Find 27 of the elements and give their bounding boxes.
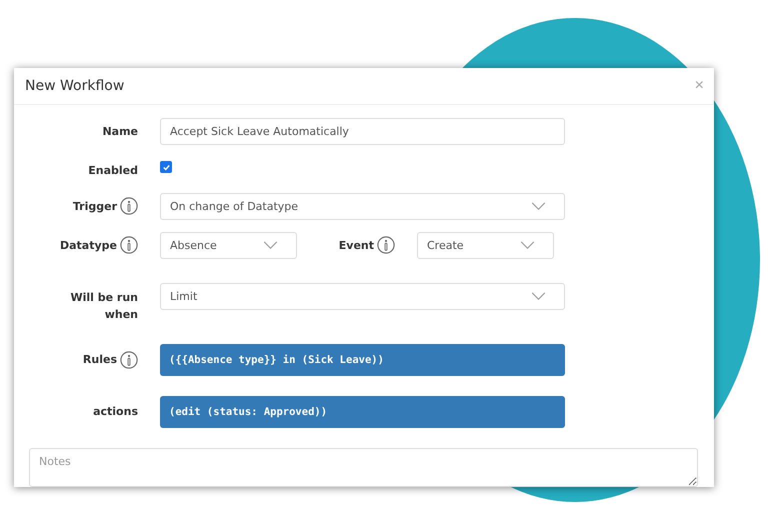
info-icon[interactable]: [120, 197, 138, 215]
chevron-down-icon: [520, 240, 535, 250]
rule-expression[interactable]: (edit (status: Approved)): [160, 396, 565, 428]
dialog-title: New Workflow: [25, 78, 124, 94]
field-label: actions: [93, 405, 138, 418]
text-field[interactable]: Accept Sick Leave Automatically: [160, 118, 565, 144]
dropdown[interactable]: Create: [417, 232, 554, 258]
dropdown[interactable]: Limit: [160, 282, 565, 310]
field-label: Datatype: [60, 238, 117, 252]
chevron-down-icon: [263, 240, 278, 250]
field-label: Rules: [82, 353, 117, 366]
notes-field[interactable]: Notes: [29, 448, 698, 487]
checkbox[interactable]: [160, 161, 172, 173]
field-label: Enabled: [88, 164, 138, 176]
info-icon[interactable]: [377, 236, 395, 254]
field-label: Trigger: [72, 200, 117, 212]
field-label: Event: [338, 238, 374, 252]
info-icon[interactable]: [120, 236, 138, 254]
info-icon[interactable]: [120, 350, 138, 368]
field-label: Will be run when: [69, 290, 138, 322]
field-label: Name: [102, 124, 138, 138]
checkmark-icon: [162, 162, 170, 172]
chevron-down-icon: [531, 202, 546, 210]
dropdown[interactable]: Absence: [160, 232, 297, 258]
chevron-down-icon: [531, 292, 546, 300]
rule-expression[interactable]: ({{Absence type}} in (Sick Leave)): [160, 344, 565, 376]
dropdown[interactable]: On change of Datatype: [160, 192, 565, 220]
